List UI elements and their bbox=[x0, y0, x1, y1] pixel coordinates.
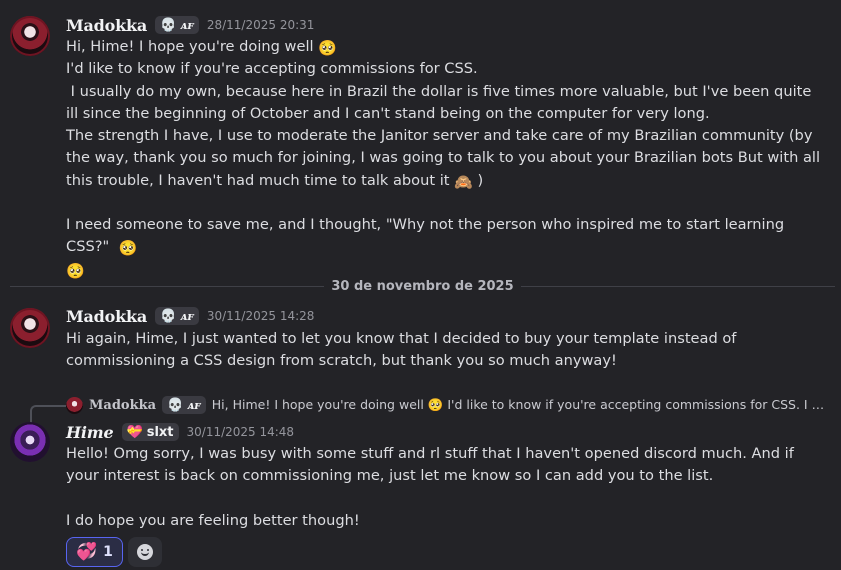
pleading-face-icon[interactable]: 🥺 bbox=[118, 241, 137, 256]
add-reaction-button[interactable] bbox=[127, 537, 162, 567]
reply-author[interactable]: Madokka bbox=[89, 398, 156, 413]
skull-icon: 💀 bbox=[167, 397, 184, 413]
message-line: The strength I have, I use to moderate t… bbox=[66, 127, 825, 189]
avatar[interactable] bbox=[10, 16, 50, 56]
skull-icon: 💀 bbox=[160, 17, 177, 33]
reply-preview[interactable]: Madokka 💀 ᴀꜰ Hi, Hime! I hope you're doi… bbox=[66, 396, 827, 414]
message-line: Hi again, Hime, I just wanted to let you… bbox=[66, 330, 742, 370]
divider-line bbox=[520, 285, 836, 287]
message-line: I need someone to save me, and I thought… bbox=[66, 216, 789, 256]
smile-icon bbox=[136, 544, 153, 560]
skull-icon: 💀 bbox=[160, 308, 177, 324]
timestamp[interactable]: 30/11/2025 14:48 bbox=[187, 425, 295, 439]
username[interactable]: Madokka bbox=[66, 307, 147, 326]
username[interactable]: Hime bbox=[66, 423, 114, 442]
close-paren: ) bbox=[477, 171, 484, 189]
message-line: I do hope you are feeling better though! bbox=[66, 511, 360, 529]
pleading-face-icon[interactable]: 🥺 bbox=[66, 263, 85, 279]
reaction-count: 1 bbox=[103, 544, 113, 560]
avatar[interactable] bbox=[10, 308, 50, 348]
timestamp[interactable]: 28/11/2025 20:31 bbox=[207, 18, 315, 32]
guild-tag[interactable]: 💀 ᴀꜰ bbox=[155, 16, 199, 34]
pleading-face-icon[interactable]: 🥺 bbox=[318, 41, 337, 56]
timestamp[interactable]: 30/11/2025 14:28 bbox=[207, 309, 315, 323]
guild-tag-text: ᴀꜰ bbox=[180, 18, 194, 32]
shy-face-icon[interactable]: 🙈 bbox=[454, 174, 473, 190]
message-line: Hi, Hime! I hope you're doing well bbox=[66, 38, 314, 55]
guild-tag[interactable]: 💝 slxt bbox=[121, 423, 179, 441]
reaction-hearts[interactable]: 💞 1 bbox=[66, 537, 123, 567]
guild-tag[interactable]: 💀 ᴀꜰ bbox=[155, 307, 199, 325]
heart-icon: 💝 bbox=[126, 424, 143, 440]
guild-tag-text: ᴀꜰ bbox=[180, 309, 194, 323]
message-line: I usually do my own, because here in Bra… bbox=[66, 82, 816, 122]
reactions-bar: 💞 1 bbox=[66, 537, 162, 567]
reply-text: Hi, Hime! I hope you're doing well 🥺 I'd… bbox=[211, 397, 827, 412]
divider-date: 30 de novembro de 2025 bbox=[331, 278, 514, 294]
divider-line bbox=[10, 285, 325, 287]
message-line: I'd like to know if you're accepting com… bbox=[66, 60, 478, 78]
message-line: Hello! Omg sorry, I was busy with some s… bbox=[66, 445, 799, 485]
date-divider: 30 de novembro de 2025 bbox=[10, 278, 836, 294]
username[interactable]: Madokka bbox=[66, 16, 147, 35]
guild-tag-text: ᴀꜰ bbox=[187, 398, 201, 412]
avatar[interactable] bbox=[10, 422, 50, 462]
reply-guild-tag: 💀 ᴀꜰ bbox=[162, 396, 206, 414]
hearts-icon: 💞 bbox=[76, 542, 98, 562]
guild-tag-text: slxt bbox=[146, 424, 174, 440]
reply-avatar bbox=[66, 396, 83, 414]
